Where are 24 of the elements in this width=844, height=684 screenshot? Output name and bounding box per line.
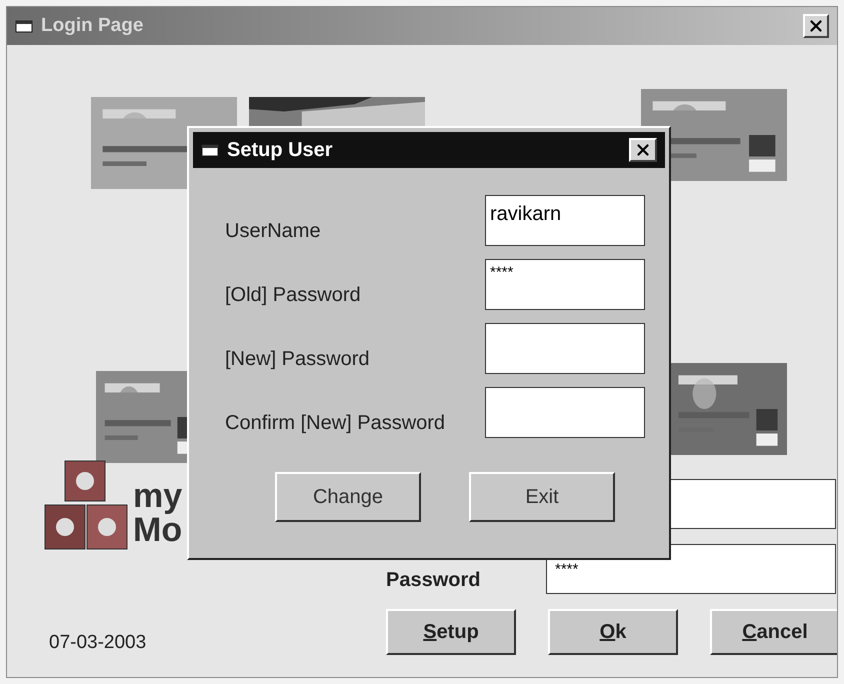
form-button[interactable]: Setup: [386, 609, 516, 655]
input-field[interactable]: [485, 323, 645, 374]
logo-text: Mo: [133, 513, 182, 547]
field-label: Confirm [New] Password: [225, 410, 446, 436]
dialog-title: Setup User: [227, 138, 333, 163]
dialog-button[interactable]: Exit: [469, 472, 615, 522]
date-text: 07-03-2003: [49, 631, 146, 655]
logo-text: my: [133, 479, 182, 513]
dialog-button[interactable]: Change: [275, 472, 421, 522]
close-button[interactable]: [803, 14, 829, 38]
window-icon: [15, 19, 33, 33]
password-label: Password: [386, 568, 480, 593]
window-title: Login Page: [41, 14, 144, 38]
dialog-close-button[interactable]: [629, 138, 657, 162]
input-field[interactable]: [485, 387, 645, 438]
dialog-window-icon: [201, 143, 219, 157]
form-button[interactable]: Ok: [548, 609, 678, 655]
form-button[interactable]: Cancel: [710, 609, 837, 655]
password-field[interactable]: ****: [485, 259, 645, 310]
field-label: [Old] Password: [225, 282, 361, 308]
input-field[interactable]: ravikarn: [485, 195, 645, 246]
field-label: [New] Password: [225, 346, 370, 372]
field-label: UserName: [225, 218, 321, 244]
money-cubes-icon: [43, 459, 129, 551]
